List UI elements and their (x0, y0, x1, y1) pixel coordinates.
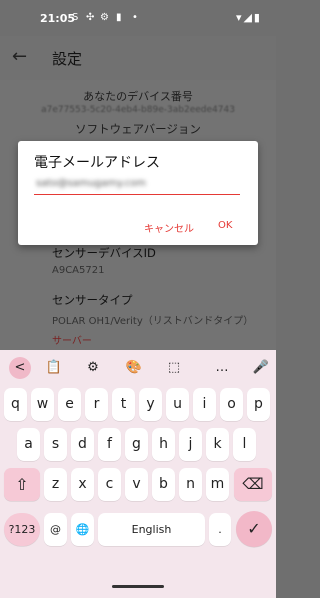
sensor-device-id-value: A9CA5721 (52, 265, 105, 276)
key-t[interactable]: t (112, 388, 135, 421)
key-h[interactable]: h (152, 428, 175, 461)
key-m[interactable]: m (206, 468, 229, 501)
email-dialog: 電子メールアドレス sato@samugamy.com キャンセル OK (18, 141, 258, 245)
resize-icon[interactable]: ⬚ (163, 357, 185, 379)
key-i[interactable]: i (193, 388, 216, 421)
symbols-key[interactable]: ?123 (4, 513, 40, 546)
page-title: 設定 (52, 50, 83, 68)
key-b[interactable]: b (152, 468, 175, 501)
enter-check-icon[interactable]: ✓ (236, 511, 272, 547)
key-n[interactable]: n (179, 468, 202, 501)
key-w[interactable]: w (31, 388, 54, 421)
keyboard-toolbar: < 📋 ⚙ 🎨 ⬚ … 🎤 (0, 350, 276, 384)
sensor-type-row[interactable]: センサータイプ POLAR OH1/Verity（リストバンドタイプ） (52, 292, 320, 327)
status-bar: 21:05 S ✣ ⚙ ▮ • ▾◢▮ (0, 0, 276, 36)
globe-icon[interactable]: 🌐 (71, 513, 94, 546)
wifi-signal-battery-icon: ▾◢▮ (235, 11, 262, 24)
sensor-type-value: POLAR OH1/Verity（リストバンドタイプ） (52, 316, 254, 327)
key-c[interactable]: c (98, 468, 121, 501)
dialog-title: 電子メールアドレス (34, 155, 160, 171)
sensor-device-id-label: センサーデバイスID (52, 246, 156, 260)
sensor-device-id-row[interactable]: センサーデバイスID A9CA5721 (52, 245, 320, 276)
key-q[interactable]: q (4, 388, 27, 421)
key-e[interactable]: e (58, 388, 81, 421)
key-k[interactable]: k (206, 428, 229, 461)
email-input[interactable]: sato@samugamy.com (34, 175, 240, 195)
device-number-label: あなたのデバイス番号 (83, 90, 193, 103)
shift-key[interactable]: ⇧ (4, 468, 40, 501)
key-r[interactable]: r (85, 388, 108, 421)
backspace-key[interactable]: ⌫ (234, 468, 272, 501)
key-at[interactable]: @ (44, 513, 67, 546)
clipboard-icon[interactable]: 📋 (43, 357, 65, 379)
key-y[interactable]: y (139, 388, 162, 421)
status-time: 21:05 (40, 12, 76, 25)
key-j[interactable]: j (179, 428, 202, 461)
email-input-value: sato@samugamy.com (36, 178, 147, 189)
theme-palette-icon[interactable]: 🎨 (123, 357, 145, 379)
key-s[interactable]: s (44, 428, 67, 461)
collapse-toolbar-icon[interactable]: < (9, 357, 31, 379)
app-bar: ← 設定 (0, 36, 276, 80)
notification-icon: ⚙ (100, 12, 109, 23)
server-section-header: サーバー (52, 336, 92, 346)
cancel-button[interactable]: キャンセル (144, 220, 194, 235)
key-o[interactable]: o (220, 388, 243, 421)
gesture-navigation-bar (0, 576, 276, 598)
key-period[interactable]: . (209, 513, 231, 546)
home-handle[interactable] (112, 585, 164, 588)
back-arrow-icon[interactable]: ← (12, 46, 27, 67)
more-icon[interactable]: … (211, 357, 233, 379)
key-a[interactable]: a (17, 428, 40, 461)
device-number-value: a7e77553-5c20-4eb4-b89e-3ab2eede4743 (41, 105, 235, 115)
key-d[interactable]: d (71, 428, 94, 461)
ok-button[interactable]: OK (218, 220, 232, 231)
key-u[interactable]: u (166, 388, 189, 421)
key-v[interactable]: v (125, 468, 148, 501)
key-p[interactable]: p (247, 388, 270, 421)
notification-dot-icon: • (132, 12, 138, 23)
key-x[interactable]: x (71, 468, 94, 501)
key-l[interactable]: l (233, 428, 256, 461)
software-version-label: ソフトウェアバージョン (75, 122, 201, 136)
key-g[interactable]: g (125, 428, 148, 461)
notification-icon: ▮ (116, 12, 122, 23)
microphone-off-icon[interactable]: 🎤 (250, 357, 272, 379)
sensor-type-label: センサータイプ (52, 293, 133, 307)
notification-icon: ✣ (86, 12, 95, 23)
notification-icon: S (72, 12, 79, 23)
key-z[interactable]: z (44, 468, 67, 501)
on-screen-keyboard: < 📋 ⚙ 🎨 ⬚ … 🎤 q w e r t y u i o p a s d … (0, 350, 276, 598)
space-bar[interactable]: English (98, 513, 205, 546)
settings-gear-icon[interactable]: ⚙ (82, 357, 104, 379)
key-f[interactable]: f (98, 428, 121, 461)
